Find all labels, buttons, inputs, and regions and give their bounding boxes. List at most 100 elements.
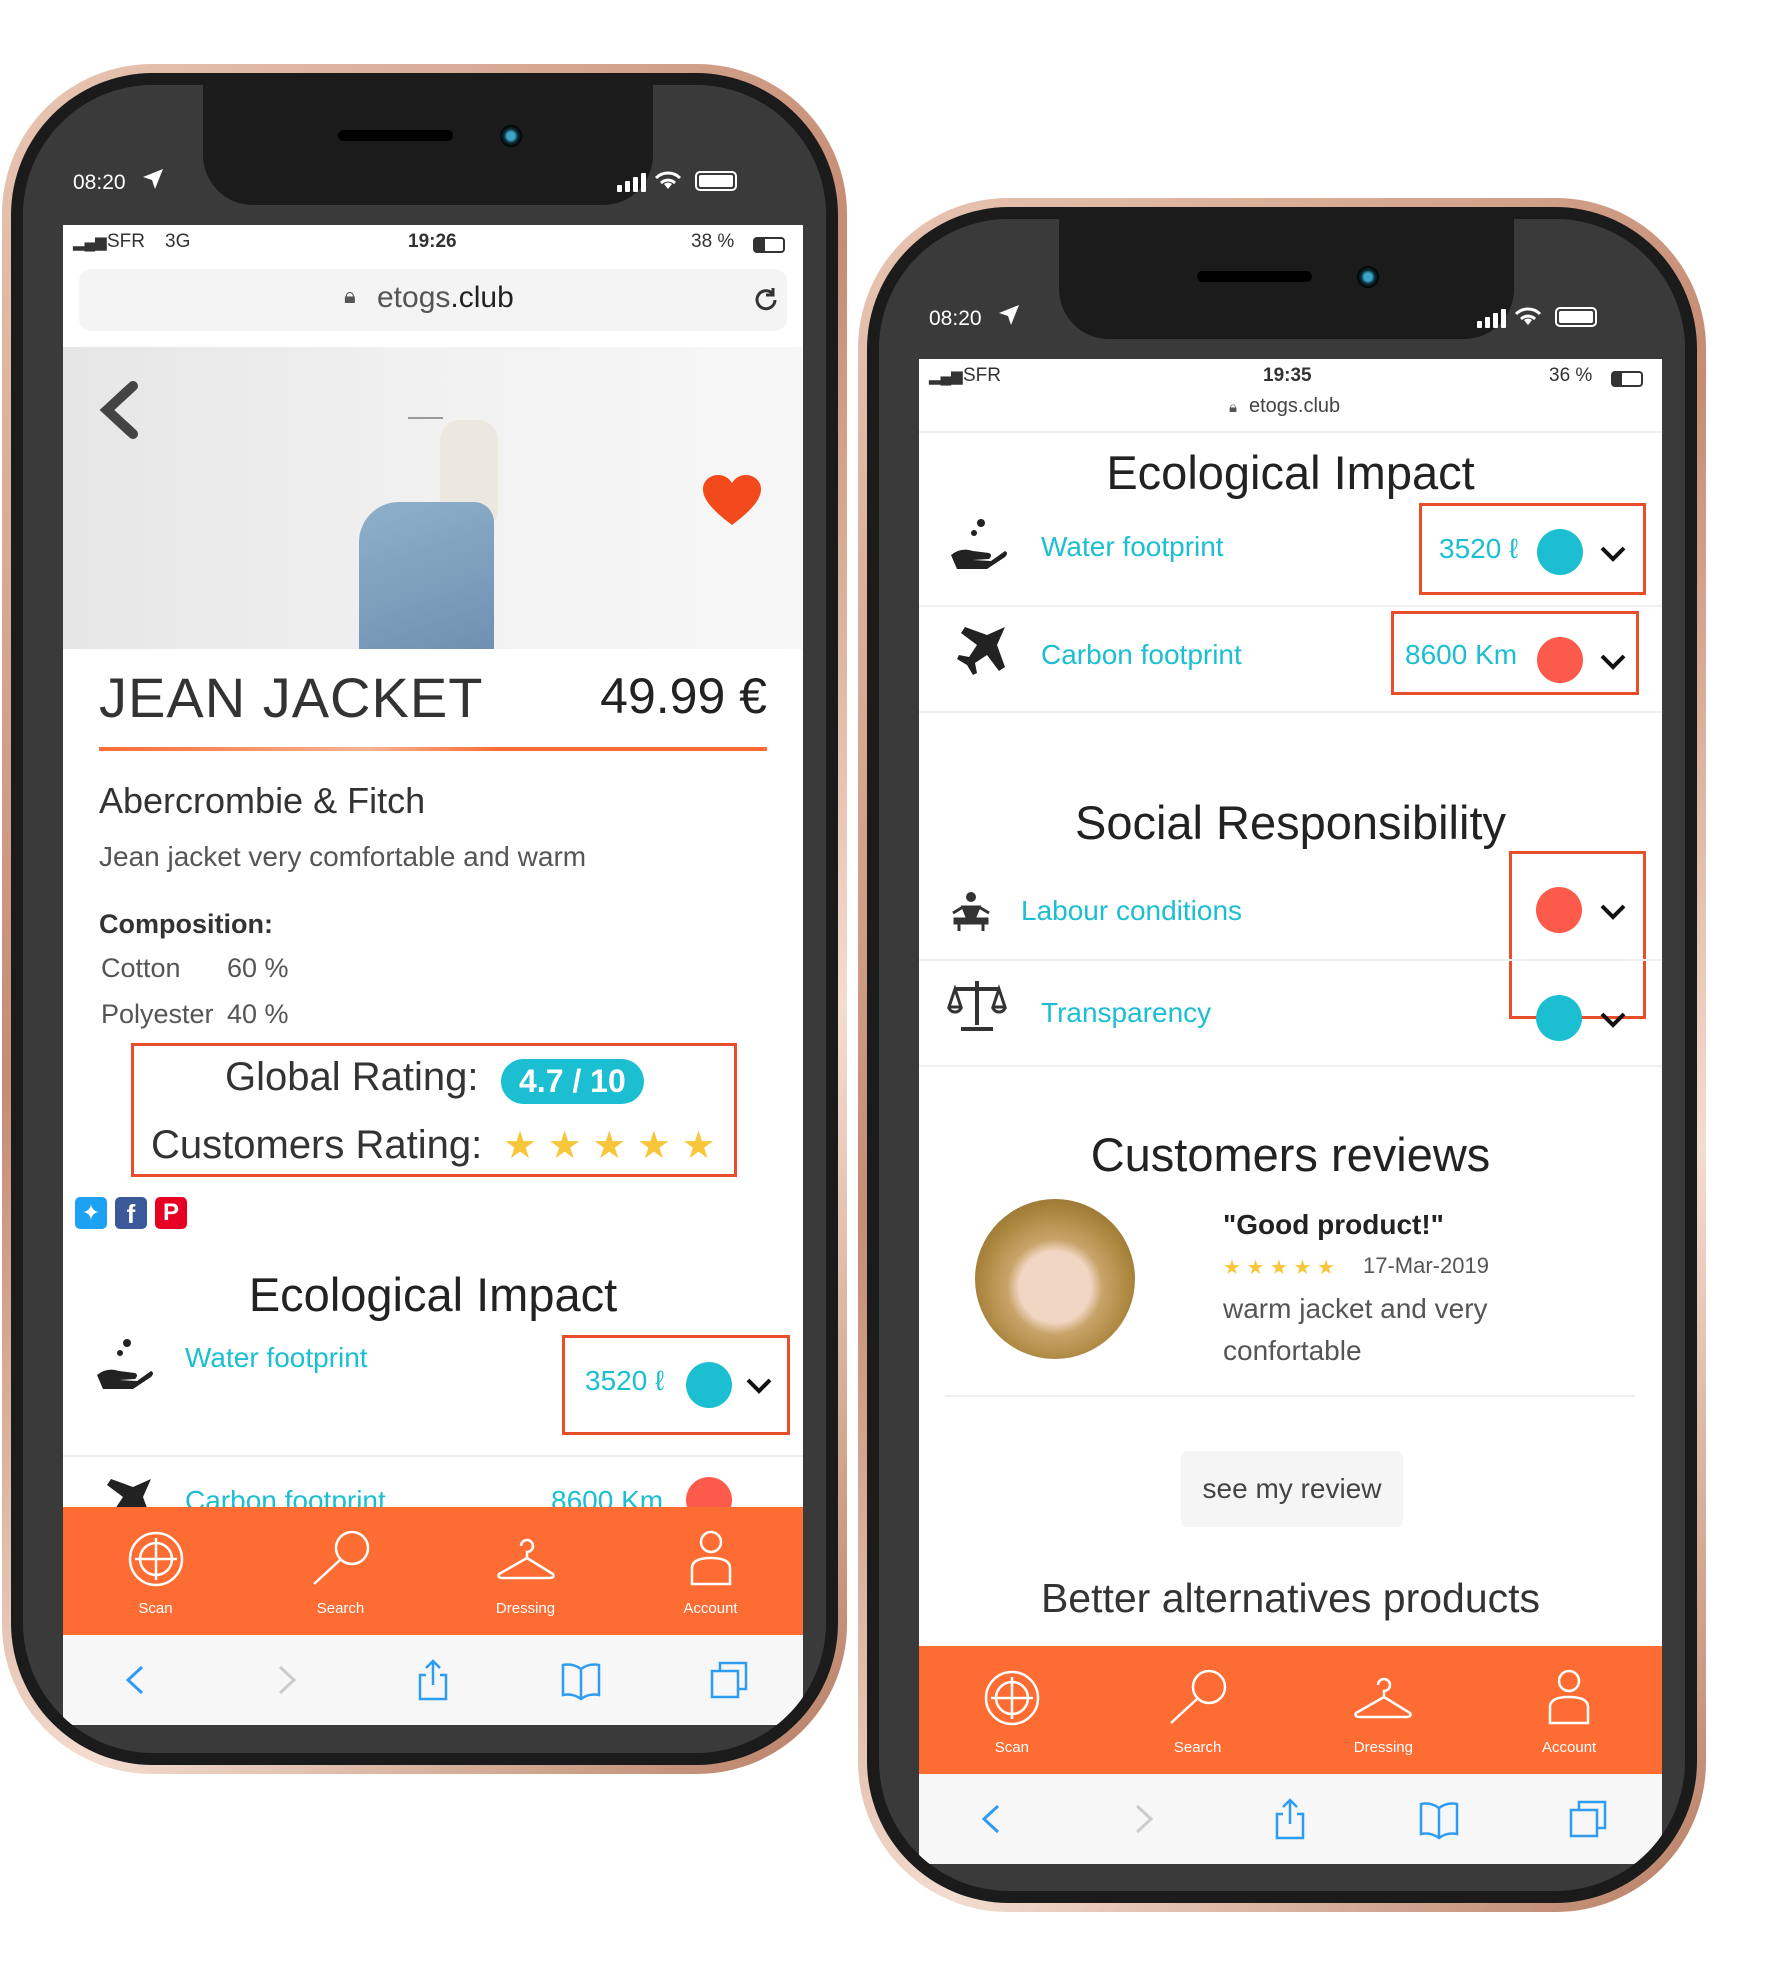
water-status-dot [1537,529,1583,575]
social-responsibility-title: Social Responsibility [1074,796,1507,849]
wifi-icon [1514,307,1542,325]
composition-percent-cotton: 60 % [227,953,289,983]
share-icon[interactable] [412,1659,454,1701]
customers-rating-label: Customers Rating: [151,1123,483,1167]
water-footprint-label[interactable]: Water footprint [185,1342,368,1374]
nav-scan[interactable]: Scan [86,1528,226,1617]
signal-icon [617,173,646,192]
row-divider [919,959,1662,961]
lock-icon: 🔒︎ [1229,399,1237,416]
browser-toolbar [63,1635,803,1725]
battery-percent: 38 % [691,231,735,252]
camera-icon [1357,266,1379,288]
bookmarks-icon[interactable] [560,1659,602,1701]
global-rating-label: Global Rating: [225,1055,479,1099]
chevron-down-icon[interactable] [1599,903,1627,921]
forward-icon[interactable] [264,1659,306,1701]
water-footprint-label[interactable]: Water footprint [1041,531,1224,563]
phone-bezel: 08:20 ▂▄▆ SFR 19:35 36 % 🔒︎ etogs.club E… [879,219,1685,1891]
carbon-status-dot [1537,637,1583,683]
row-divider [919,1065,1662,1067]
labour-conditions-label[interactable]: Labour conditions [1021,895,1242,927]
status-time: 19:26 [408,231,457,252]
chevron-down-icon[interactable] [1599,653,1627,671]
nav-dressing[interactable]: Dressing [456,1528,596,1617]
phone-bezel: 08:20 ▂▄▆ SFR 3G 19:26 38 % 🔒︎ etogs.clu… [23,85,826,1753]
water-status-dot [686,1362,732,1408]
nav-scan-label: Scan [994,1739,1029,1756]
os-time: 08:20 [73,171,126,194]
product-description: Jean jacket very comfortable and warm [99,841,587,872]
heart-icon[interactable] [703,475,761,527]
scan-icon [984,1670,1040,1726]
bottom-nav: Scan Search Dressing Account [63,1507,803,1635]
row-divider [919,711,1662,713]
hanger-hook [408,417,443,419]
jacket-body [359,502,494,649]
labour-icon [952,892,990,931]
chevron-down-icon[interactable] [1599,545,1627,563]
screen-left: ▂▄▆ SFR 3G 19:26 38 % 🔒︎ etogs.club JEAN… [63,225,803,1725]
nav-dressing[interactable]: Dressing [1313,1667,1453,1756]
forward-icon[interactable] [1121,1798,1163,1840]
carbon-footprint-label[interactable]: Carbon footprint [1041,639,1242,671]
nav-account-label: Account [683,1600,738,1617]
url-text[interactable]: etogs.club [1249,395,1340,418]
nav-scan[interactable]: Scan [942,1667,1082,1756]
product-price: 49.99 € [600,668,767,724]
share-icon[interactable] [1269,1798,1311,1840]
nav-scan-label: Scan [138,1600,173,1617]
row-divider [63,1455,803,1457]
signal-icon [1477,309,1506,328]
avatar [975,1199,1135,1359]
chevron-down-icon[interactable] [745,1377,773,1395]
back-arrow-icon[interactable] [97,380,141,440]
reload-icon[interactable] [751,285,781,315]
review-text-line1: warm jacket and very [1223,1293,1488,1324]
hanger-icon [1354,1677,1413,1719]
nav-search[interactable]: Search [271,1528,411,1617]
nav-dressing-label: Dressing [495,1600,556,1617]
chevron-down-icon[interactable] [1599,1011,1627,1029]
nav-search[interactable]: Search [1128,1667,1268,1756]
phone-frame-left: 08:20 ▂▄▆ SFR 3G 19:26 38 % 🔒︎ etogs.clu… [2,64,847,1774]
pinterest-icon[interactable]: P [155,1197,187,1229]
tabs-icon[interactable] [708,1659,750,1701]
eco-impact-title: Ecological Impact [1106,446,1475,499]
transparency-label[interactable]: Transparency [1041,997,1211,1029]
nav-account[interactable]: Account [1499,1667,1639,1756]
customers-rating-stars: ★ ★ ★ ★ ★ [503,1125,716,1167]
bookmarks-icon[interactable] [1418,1798,1460,1840]
carrier: SFR [107,231,145,252]
back-icon[interactable] [116,1659,158,1701]
row-divider [919,605,1662,607]
battery-icon [695,171,737,191]
review-stars: ★ ★ ★ ★ ★ [1223,1257,1335,1279]
user-icon [1548,1669,1590,1725]
carbon-footprint-value: 8600 Km [1405,639,1518,670]
battery-small-icon [753,237,785,253]
facebook-icon[interactable]: f [115,1197,147,1229]
labour-status-dot [1536,887,1582,933]
composition-percent-polyester: 40 % [227,999,289,1029]
back-icon[interactable] [972,1798,1014,1840]
speaker-icon [1197,271,1312,282]
nav-account[interactable]: Account [641,1528,781,1617]
browser-status-bar: ▂▄▆ SFR 19:35 36 % 🔒︎ etogs.club [919,365,1662,425]
see-review-button[interactable]: see my review [1181,1451,1403,1527]
brand-name: Abercrombie & Fitch [99,780,426,821]
twitter-icon[interactable]: ✦ [75,1197,107,1229]
speaker-icon [338,130,453,141]
tabs-icon[interactable] [1567,1798,1609,1840]
search-icon [312,1530,369,1585]
browser-toolbar [919,1774,1662,1864]
location-arrow-icon [999,305,1019,325]
url-bar[interactable]: 🔒︎ etogs.club [79,269,787,331]
nav-search-label: Search [316,1600,365,1617]
nav-account-label: Account [1542,1739,1597,1756]
lock-icon: 🔒︎ [344,283,356,308]
water-hand-icon [97,1339,153,1389]
header-divider [919,431,1662,433]
customers-reviews-title: Customers reviews [1090,1128,1491,1181]
search-icon [1169,1669,1226,1724]
